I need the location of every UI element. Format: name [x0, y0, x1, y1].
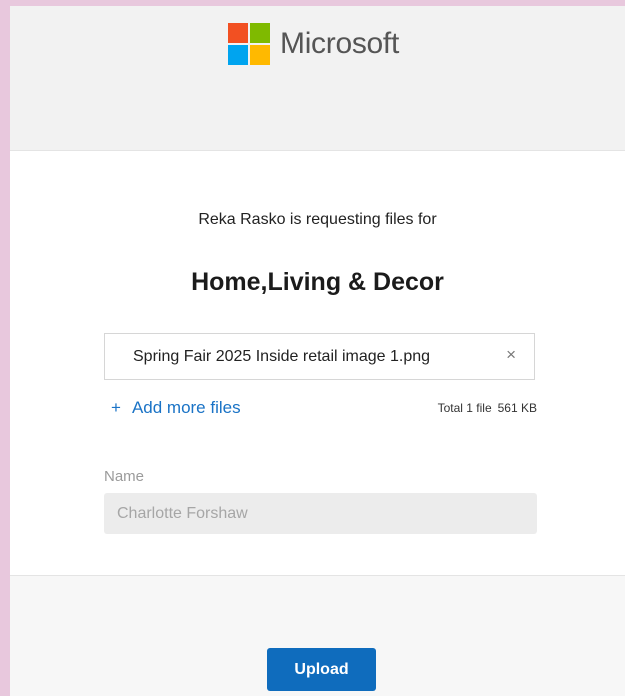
- microsoft-logo: Microsoft: [228, 23, 399, 65]
- folder-title: Home,Living & Decor: [191, 268, 444, 296]
- plus-icon: +: [111, 398, 121, 417]
- remove-file-icon[interactable]: ×: [506, 345, 516, 365]
- add-more-files-label: Add more files: [131, 398, 241, 417]
- header: Microsoft: [10, 6, 625, 151]
- logo-square-blue: [228, 45, 248, 65]
- total-files-summary: Total 1 file 561 KB: [438, 401, 537, 415]
- file-request-card: Microsoft Reka Rasko is requesting files…: [10, 6, 625, 696]
- file-list-item: Spring Fair 2025 Inside retail image 1.p…: [104, 333, 535, 380]
- name-field[interactable]: [104, 493, 537, 534]
- name-field-label: Name: [104, 468, 145, 485]
- logo-square-green: [250, 23, 270, 43]
- total-file-size: 561 KB: [497, 401, 537, 415]
- total-file-count: Total 1 file: [437, 401, 492, 415]
- footer: Upload: [10, 575, 625, 696]
- brand-name: Microsoft: [280, 27, 399, 60]
- logo-square-red: [228, 23, 248, 43]
- upload-button[interactable]: Upload: [267, 648, 376, 691]
- logo-square-yellow: [250, 45, 270, 65]
- request-message: Reka Rasko is requesting files for: [198, 211, 437, 228]
- microsoft-logo-icon: [228, 23, 270, 65]
- file-name: Spring Fair 2025 Inside retail image 1.p…: [133, 348, 431, 365]
- add-more-files-link[interactable]: + Add more files: [111, 398, 241, 418]
